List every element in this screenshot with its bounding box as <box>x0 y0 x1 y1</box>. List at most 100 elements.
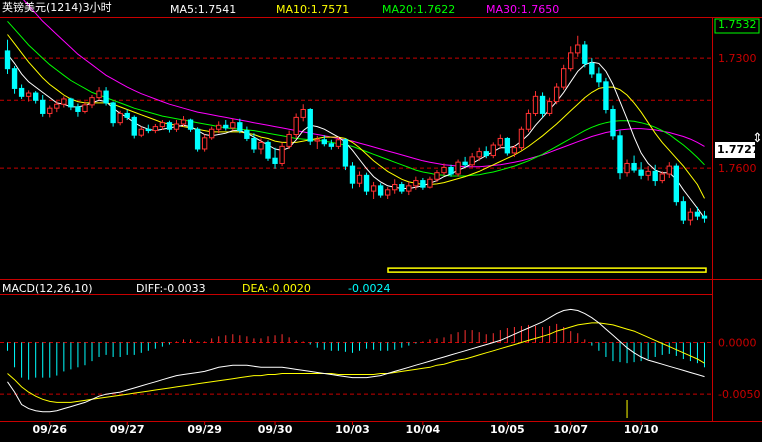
x-tick-label: 10/05 <box>490 423 525 436</box>
x-tick-label: 10/03 <box>335 423 370 436</box>
candle-body <box>680 201 687 221</box>
candle-body <box>124 112 130 118</box>
candle-body <box>328 143 335 147</box>
candle-body <box>251 137 257 150</box>
candle-body <box>652 170 658 182</box>
candle-body <box>279 145 285 164</box>
candle-body <box>152 126 159 132</box>
dea-label: DEA:-0.0020 <box>242 282 311 295</box>
candle-body <box>455 161 461 175</box>
candle-body <box>314 139 320 142</box>
candle-body <box>413 180 419 187</box>
candle-body <box>166 122 173 130</box>
candle-body <box>645 170 651 176</box>
candle-body <box>617 135 623 174</box>
candle-body <box>399 184 405 192</box>
candle-body <box>103 90 109 104</box>
candle-body <box>673 165 680 203</box>
candle-body <box>180 119 187 125</box>
x-axis-labels: 09/26 09/27 09/29 09/30 10/03 10/04 10/05 10/07… <box>32 421 659 436</box>
candle-body <box>300 108 306 118</box>
candle-body <box>335 139 342 147</box>
candle-body <box>560 68 567 88</box>
candle-body <box>539 95 546 114</box>
candle-body <box>568 52 574 70</box>
candle-body <box>131 116 137 136</box>
candle-body <box>18 87 25 97</box>
candle-body <box>582 44 588 64</box>
candle-body <box>518 128 525 149</box>
macd-tick-label: 0.0000 <box>718 337 757 350</box>
candle-body <box>293 116 299 136</box>
candle-body <box>307 108 313 142</box>
candle-body <box>244 130 250 139</box>
cursor-arrow-icon: ⇕ <box>752 131 762 146</box>
candle-body <box>441 166 447 174</box>
x-tick-label: 10/10 <box>624 423 659 436</box>
candle-body <box>11 68 18 89</box>
candle-body <box>117 112 123 124</box>
ma30-label: MA30:1.7650 <box>486 3 560 16</box>
candle-body <box>82 104 88 112</box>
candle-body <box>377 185 384 196</box>
price-tick-label: 1.7600 <box>718 162 757 175</box>
candle-body <box>525 112 532 130</box>
candle-body <box>448 166 454 175</box>
candle-body <box>349 165 356 184</box>
candle-body <box>363 174 370 192</box>
forex-chart[interactable]: 1.75321.73001.76000.0000-0.0050 09/26 09/… <box>0 0 762 442</box>
candle-body <box>392 184 398 191</box>
price-tick-label: 1.7300 <box>718 52 757 65</box>
candle-body <box>589 62 595 75</box>
candle-body <box>159 122 166 128</box>
candle-body <box>216 124 222 130</box>
candle-body <box>96 90 102 99</box>
candle-body <box>47 107 53 114</box>
candle-body <box>265 141 271 159</box>
candle-body <box>462 161 468 166</box>
candle-body <box>286 134 292 147</box>
candle-body <box>434 172 440 180</box>
x-tick-label: 10/07 <box>553 423 588 436</box>
candle-body <box>596 73 602 83</box>
candle-body <box>469 156 475 166</box>
candle-body <box>659 173 665 182</box>
ma10-label: MA10:1.7571 <box>276 3 350 16</box>
candle-body <box>504 137 511 154</box>
candle-body <box>638 169 644 176</box>
candle-body <box>230 122 236 129</box>
candle-body <box>4 50 11 70</box>
diff-label: DIFF:-0.0033 <box>136 282 206 295</box>
candle-body <box>687 211 694 221</box>
candle-body <box>342 139 349 167</box>
candle-body <box>145 128 152 132</box>
candle-body <box>25 92 32 97</box>
macd-value-label: -0.0024 <box>348 282 391 295</box>
candle-body <box>546 101 553 114</box>
candle-body <box>701 215 708 219</box>
candle-body <box>427 178 433 188</box>
candle-body <box>223 124 229 129</box>
candle-body <box>272 157 278 164</box>
candle-body <box>476 151 482 158</box>
chart-title: 英镑美元(1214)3小时 <box>2 1 112 14</box>
price-tick-label: 1.7532 <box>718 18 757 31</box>
candle-body <box>370 185 377 192</box>
candle-body <box>68 98 74 108</box>
candle-body <box>610 108 616 137</box>
candle-body <box>201 137 208 150</box>
candle-body <box>321 139 328 145</box>
candle-body <box>497 137 504 146</box>
candle-body <box>187 119 194 130</box>
candle-body <box>75 106 81 112</box>
candle-body <box>490 144 496 157</box>
candle-body <box>32 92 39 101</box>
x-tick-label: 09/26 <box>32 423 67 436</box>
candle-body <box>694 211 701 217</box>
candle-body <box>173 123 180 130</box>
candle-body <box>553 86 560 103</box>
candle-body <box>666 165 672 175</box>
candle-body <box>258 141 264 150</box>
candle-body <box>420 180 426 188</box>
candle-body <box>575 44 581 54</box>
